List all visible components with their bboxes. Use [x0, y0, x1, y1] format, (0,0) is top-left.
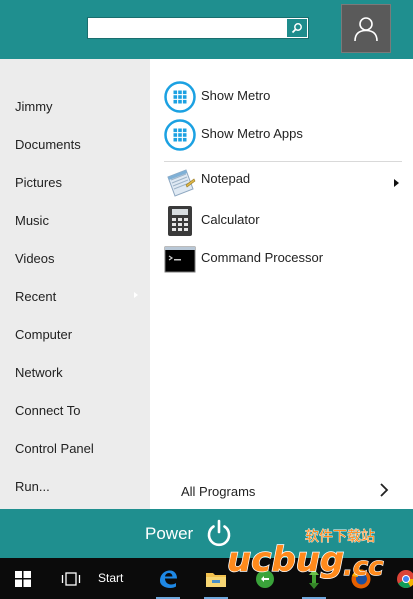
power-bar: Power — [0, 509, 413, 558]
taskbar-edge-button[interactable] — [152, 558, 184, 599]
power-icon[interactable] — [204, 518, 234, 548]
taskbar: Start — [0, 558, 413, 599]
metro-grid-icon — [164, 81, 196, 113]
green-app-icon — [256, 569, 274, 588]
program-show-metro-apps[interactable]: Show Metro Apps — [164, 119, 404, 153]
task-view-icon — [61, 571, 81, 586]
search-box[interactable] — [87, 17, 309, 39]
chevron-right-icon[interactable] — [376, 481, 392, 499]
programs-panel: Show Metro Show Metro Apps Notepad Calcu… — [150, 59, 413, 509]
taskbar-chrome-button[interactable] — [394, 558, 413, 599]
start-button[interactable] — [6, 558, 40, 599]
taskbar-app-button[interactable] — [298, 558, 330, 599]
places-panel: Jimmy Documents Pictures Music Videos Re… — [0, 59, 150, 509]
chrome-icon — [397, 569, 413, 588]
search-icon[interactable] — [287, 19, 307, 37]
search-input[interactable] — [91, 20, 281, 36]
command-prompt-icon — [164, 246, 196, 273]
start-menu-header — [0, 0, 413, 59]
file-explorer-icon — [206, 572, 226, 587]
firefox-icon — [351, 569, 371, 588]
start-label[interactable]: Start — [98, 571, 123, 585]
program-command-processor[interactable]: Command Processor — [164, 243, 404, 277]
menu-item-pictures[interactable]: Pictures — [15, 175, 62, 191]
taskbar-firefox-button[interactable] — [346, 558, 376, 599]
divider — [164, 161, 402, 162]
menu-item-music[interactable]: Music — [15, 213, 49, 229]
program-show-metro[interactable]: Show Metro — [164, 81, 404, 115]
submenu-arrow-icon[interactable] — [394, 179, 399, 187]
program-calculator[interactable]: Calculator — [164, 205, 404, 239]
menu-item-network[interactable]: Network — [15, 365, 63, 381]
taskbar-explorer-button[interactable] — [200, 558, 232, 599]
all-programs-button[interactable]: All Programs — [181, 484, 255, 499]
program-label: Calculator — [201, 212, 260, 227]
menu-item-recent[interactable]: Recent — [15, 289, 56, 305]
edge-icon — [160, 570, 177, 588]
menu-item-videos[interactable]: Videos — [15, 251, 55, 267]
calculator-icon — [168, 206, 192, 236]
start-menu-screen: Jimmy Documents Pictures Music Videos Re… — [0, 0, 413, 599]
program-label: Show Metro Apps — [201, 126, 303, 141]
user-icon — [354, 16, 378, 41]
program-label: Command Processor — [201, 250, 324, 265]
user-avatar-button[interactable] — [341, 4, 391, 53]
menu-item-connect-to[interactable]: Connect To — [15, 403, 81, 419]
windows-logo-icon — [15, 570, 31, 587]
green-arrows-icon — [309, 568, 319, 589]
program-label: Show Metro — [201, 88, 271, 103]
program-notepad[interactable]: Notepad — [164, 167, 404, 201]
notepad-icon — [167, 169, 196, 197]
program-label: Notepad — [201, 171, 251, 186]
menu-item-documents[interactable]: Documents — [15, 137, 81, 153]
power-label[interactable]: Power — [145, 524, 193, 544]
task-view-button[interactable] — [56, 558, 86, 599]
menu-item-computer[interactable]: Computer — [15, 327, 72, 343]
submenu-arrow-icon — [134, 292, 138, 298]
menu-item-control-panel[interactable]: Control Panel — [15, 441, 94, 457]
menu-item-run[interactable]: Run... — [15, 479, 50, 495]
menu-item-user[interactable]: Jimmy — [15, 99, 53, 115]
metro-grid-icon — [164, 119, 196, 151]
taskbar-app-button[interactable] — [250, 558, 280, 599]
